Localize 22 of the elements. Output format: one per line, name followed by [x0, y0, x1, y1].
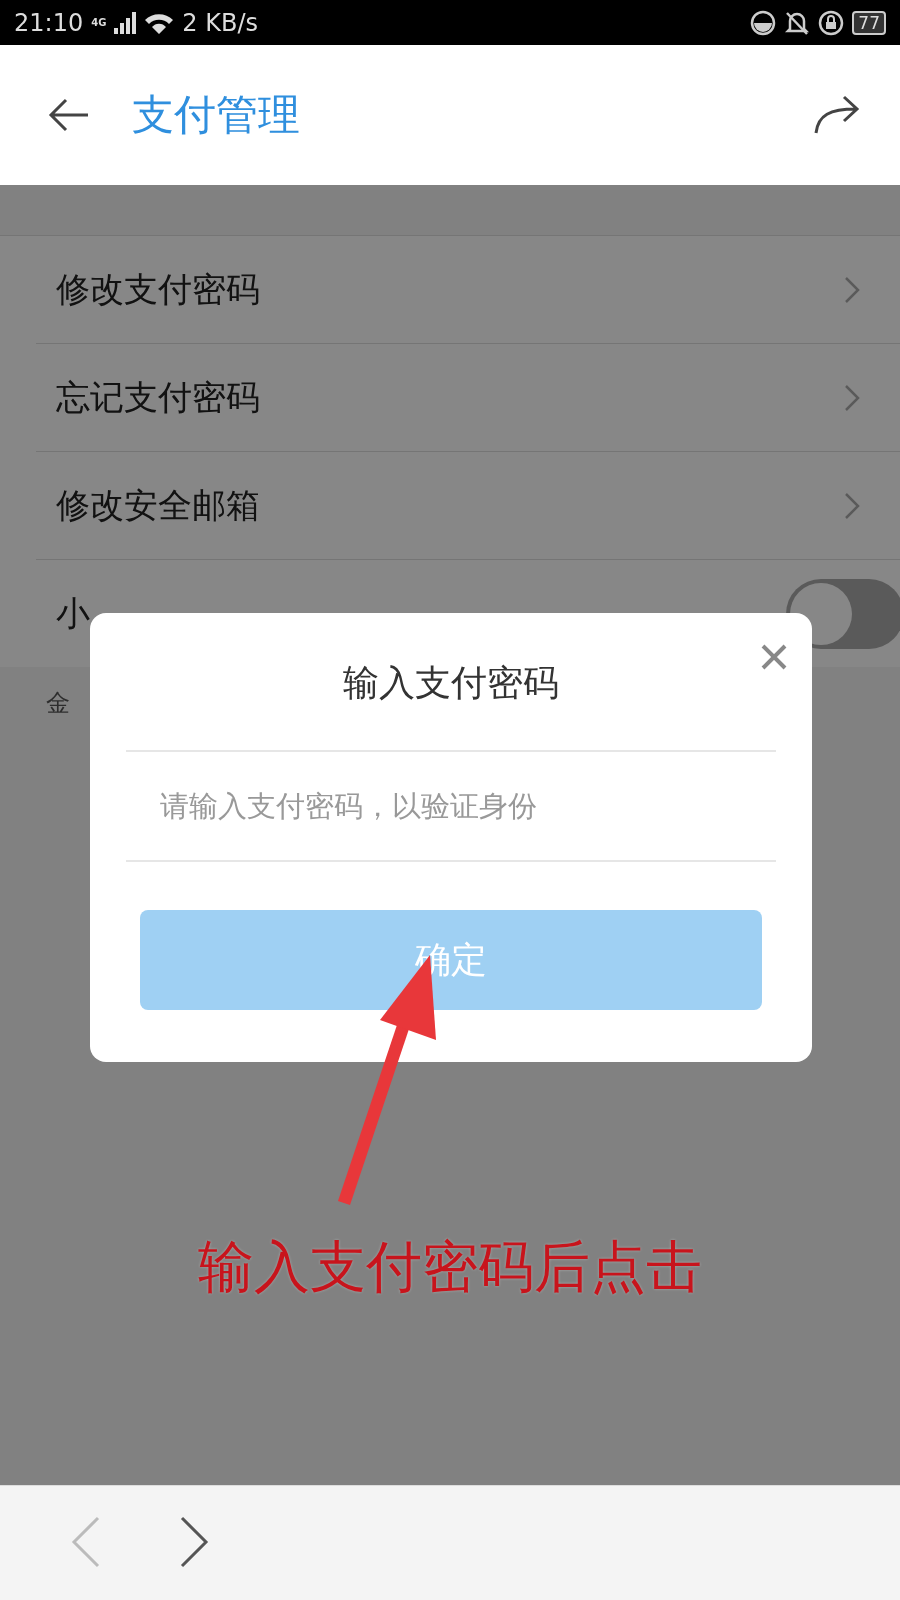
setting-label: 小 — [55, 591, 91, 635]
back-arrow-icon[interactable] — [48, 97, 90, 133]
network-type: 4G — [91, 17, 107, 28]
toggle-switch[interactable] — [786, 578, 900, 649]
moon-icon — [750, 9, 777, 36]
signal-icon — [114, 11, 137, 34]
setting-label: 忘记支付密码 — [55, 375, 261, 419]
network-speed: 2 KB/s — [182, 8, 259, 37]
chevron-right-icon[interactable] — [844, 383, 860, 412]
page-title: 支付管理 — [132, 89, 301, 141]
setting-label: 修改支付密码 — [55, 267, 261, 311]
rotation-lock-icon — [818, 9, 845, 36]
battery-level: 77 — [852, 10, 886, 35]
clock: 21:10 — [14, 8, 84, 37]
setting-label: 修改安全邮箱 — [55, 483, 261, 527]
wifi-icon — [144, 11, 175, 34]
close-icon[interactable] — [760, 643, 788, 671]
share-icon[interactable] — [814, 95, 860, 135]
annotation-text: 输入支付密码后点击 — [197, 1233, 703, 1301]
note-text: 金 — [46, 688, 70, 719]
chevron-right-icon[interactable] — [844, 275, 860, 304]
chevron-right-icon[interactable] — [844, 491, 860, 520]
